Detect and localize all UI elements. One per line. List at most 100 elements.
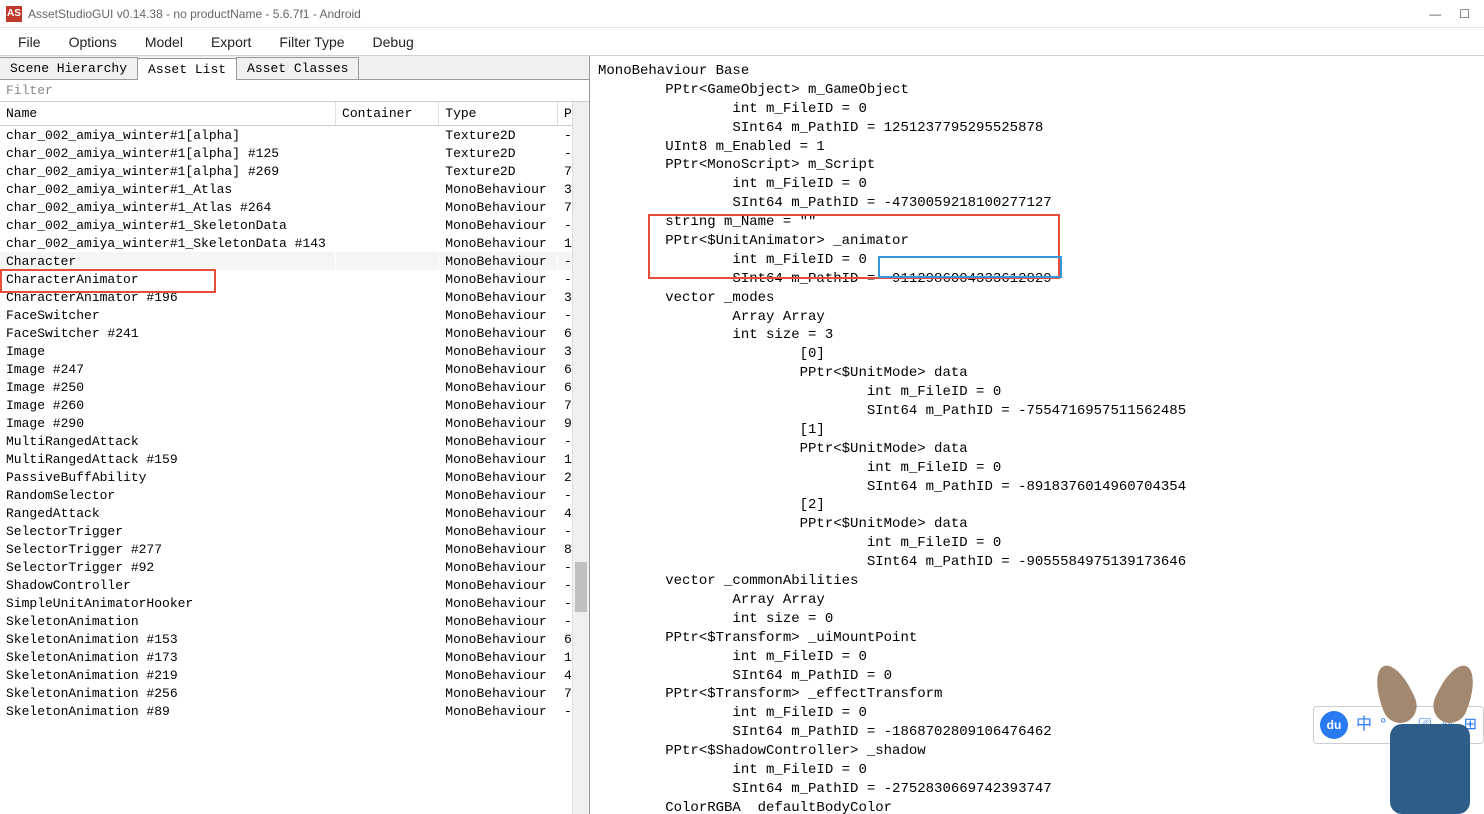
cell-type: MonoBehaviour [439, 594, 558, 612]
ime-screen-icon[interactable]: ⎚ [1418, 714, 1431, 736]
asset-table: Name Container Type P char_002_amiya_win… [0, 102, 589, 814]
detail-line: PPtr<$UnitMode> data [598, 364, 1476, 383]
baidu-icon[interactable]: du [1320, 711, 1348, 739]
table-row[interactable]: MultiRangedAttack #159MonoBehaviour1 [0, 450, 589, 468]
ime-dot-icon[interactable]: ° [1380, 714, 1386, 736]
scrollbar-thumb[interactable] [575, 562, 587, 612]
menu-filter-type[interactable]: Filter Type [265, 30, 358, 54]
cell-name: Image #290 [0, 414, 336, 432]
menu-bar: File Options Model Export Filter Type De… [0, 28, 1484, 56]
cell-type: MonoBehaviour [439, 630, 558, 648]
table-row[interactable]: FaceSwitcherMonoBehaviour- [0, 306, 589, 324]
cell-type: MonoBehaviour [439, 342, 558, 360]
cell-type: MonoBehaviour [439, 450, 558, 468]
cell-type: MonoBehaviour [439, 558, 558, 576]
ime-lang[interactable]: 中 [1356, 714, 1372, 736]
table-row[interactable]: ImageMonoBehaviour3 [0, 342, 589, 360]
cell-type: MonoBehaviour [439, 216, 558, 234]
table-row[interactable]: CharacterMonoBehaviour- [0, 252, 589, 270]
vertical-scrollbar[interactable] [572, 102, 589, 814]
col-header-name[interactable]: Name [0, 102, 336, 126]
cell-name: ShadowController [0, 576, 336, 594]
detail-line: int size = 0 [598, 610, 1476, 629]
table-row[interactable]: char_002_amiya_winter#1[alpha]Texture2D- [0, 126, 589, 145]
table-row[interactable]: Image #250MonoBehaviour6 [0, 378, 589, 396]
tab-scene-hierarchy[interactable]: Scene Hierarchy [0, 57, 138, 79]
table-row[interactable]: RangedAttackMonoBehaviour4 [0, 504, 589, 522]
menu-export[interactable]: Export [197, 30, 265, 54]
cell-name: SelectorTrigger [0, 522, 336, 540]
table-row[interactable]: Image #290MonoBehaviour9 [0, 414, 589, 432]
table-row[interactable]: SkeletonAnimation #256MonoBehaviour7 [0, 684, 589, 702]
table-row[interactable]: char_002_amiya_winter#1_SkeletonDataMono… [0, 216, 589, 234]
detail-line: [0] [598, 345, 1476, 364]
cell-name: SelectorTrigger #277 [0, 540, 336, 558]
cell-type: MonoBehaviour [439, 468, 558, 486]
table-row[interactable]: RandomSelectorMonoBehaviour- [0, 486, 589, 504]
table-row[interactable]: ShadowControllerMonoBehaviour- [0, 576, 589, 594]
table-row[interactable]: Image #260MonoBehaviour7 [0, 396, 589, 414]
table-row[interactable]: SelectorTrigger #277MonoBehaviour8 [0, 540, 589, 558]
cell-container [336, 522, 439, 540]
detail-line: vector _modes [598, 289, 1476, 308]
app-icon: AS [6, 6, 22, 22]
menu-debug[interactable]: Debug [359, 30, 428, 54]
table-row[interactable]: SkeletonAnimation #89MonoBehaviour- [0, 702, 589, 720]
table-row[interactable]: Image #247MonoBehaviour6 [0, 360, 589, 378]
menu-file[interactable]: File [4, 30, 55, 54]
detail-line: PPtr<MonoScript> m_Script [598, 156, 1476, 175]
window-title: AssetStudioGUI v0.14.38 - no productName… [28, 7, 1429, 21]
table-row[interactable]: SelectorTriggerMonoBehaviour- [0, 522, 589, 540]
detail-line: string m_Name = "" [598, 213, 1476, 232]
ime-toolbar[interactable]: du 中 ° ， ⎚ ☺ ⊞ [1313, 706, 1484, 744]
table-row[interactable]: char_002_amiya_winter#1_Atlas #264MonoBe… [0, 198, 589, 216]
ime-user-icon[interactable]: ☺ [1439, 714, 1455, 736]
ime-grid-icon[interactable]: ⊞ [1464, 714, 1477, 736]
cell-name: SimpleUnitAnimatorHooker [0, 594, 336, 612]
cell-type: MonoBehaviour [439, 648, 558, 666]
cell-name: SkeletonAnimation #173 [0, 648, 336, 666]
table-row[interactable]: CharacterAnimator #196MonoBehaviour3 [0, 288, 589, 306]
table-row[interactable]: char_002_amiya_winter#1[alpha] #125Textu… [0, 144, 589, 162]
cell-container [336, 486, 439, 504]
cell-type: MonoBehaviour [439, 576, 558, 594]
detail-line: SInt64 m_PathID = 1251237795295525878 [598, 119, 1476, 138]
col-header-type[interactable]: Type [439, 102, 558, 126]
tab-asset-list[interactable]: Asset List [137, 58, 237, 80]
cell-type: Texture2D [439, 144, 558, 162]
cell-container [336, 234, 439, 252]
ime-comma-icon[interactable]: ， [1394, 714, 1410, 736]
menu-options[interactable]: Options [55, 30, 131, 54]
cell-name: Image [0, 342, 336, 360]
menu-model[interactable]: Model [131, 30, 197, 54]
table-row[interactable]: SkeletonAnimation #153MonoBehaviour6 [0, 630, 589, 648]
table-row[interactable]: SkeletonAnimation #173MonoBehaviour1 [0, 648, 589, 666]
cell-container [336, 162, 439, 180]
table-row[interactable]: FaceSwitcher #241MonoBehaviour6 [0, 324, 589, 342]
filter-input[interactable]: Filter [0, 80, 589, 102]
detail-line: UInt8 m_Enabled = 1 [598, 138, 1476, 157]
maximize-button[interactable]: ☐ [1459, 7, 1470, 21]
cell-type: MonoBehaviour [439, 684, 558, 702]
tab-asset-classes[interactable]: Asset Classes [236, 57, 359, 79]
detail-line: PPtr<GameObject> m_GameObject [598, 81, 1476, 100]
table-row[interactable]: SkeletonAnimation #219MonoBehaviour4 [0, 666, 589, 684]
table-row[interactable]: MultiRangedAttackMonoBehaviour- [0, 432, 589, 450]
table-row[interactable]: SelectorTrigger #92MonoBehaviour- [0, 558, 589, 576]
table-row[interactable]: char_002_amiya_winter#1_SkeletonData #14… [0, 234, 589, 252]
detail-line: int m_FileID = 0 [598, 648, 1476, 667]
table-row[interactable]: CharacterAnimatorMonoBehaviour- [0, 270, 589, 288]
cell-name: RangedAttack [0, 504, 336, 522]
minimize-button[interactable]: — [1429, 7, 1441, 21]
table-row[interactable]: char_002_amiya_winter#1[alpha] #269Textu… [0, 162, 589, 180]
table-row[interactable]: char_002_amiya_winter#1_AtlasMonoBehavio… [0, 180, 589, 198]
col-header-container[interactable]: Container [336, 102, 439, 126]
table-row[interactable]: PassiveBuffAbilityMonoBehaviour2 [0, 468, 589, 486]
cell-name: CharacterAnimator #196 [0, 288, 336, 306]
table-row[interactable]: SkeletonAnimationMonoBehaviour- [0, 612, 589, 630]
cell-container [336, 468, 439, 486]
table-row[interactable]: SimpleUnitAnimatorHookerMonoBehaviour- [0, 594, 589, 612]
cell-container [336, 396, 439, 414]
cell-container [336, 504, 439, 522]
cell-name: RandomSelector [0, 486, 336, 504]
